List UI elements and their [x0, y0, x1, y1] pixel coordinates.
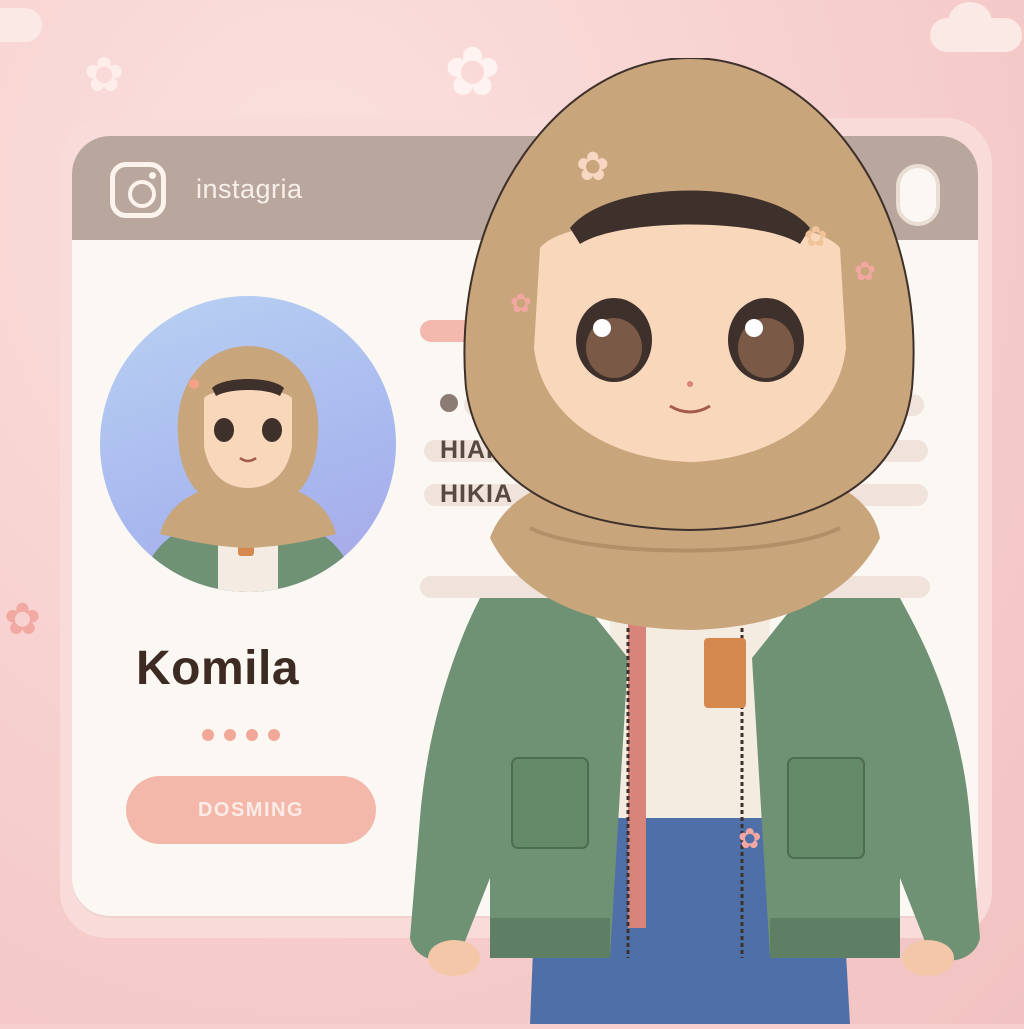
svg-text:✿: ✿ [738, 822, 761, 855]
blossom-icon: ✿ [84, 49, 125, 102]
svg-text:✿: ✿ [576, 144, 610, 190]
cloud-decoration [0, 8, 42, 42]
blossom-icon: ✿ [4, 595, 41, 644]
avatar[interactable] [100, 296, 396, 592]
svg-text:✿: ✿ [804, 220, 827, 253]
dosming-button[interactable]: DOSMING [126, 776, 376, 844]
svg-text:✿: ✿ [854, 257, 876, 287]
camera-logo-icon[interactable] [110, 162, 166, 218]
character-illustration: ✿ ✿ ✿ ✿ ✿ [380, 56, 1010, 1024]
svg-text:✿: ✿ [510, 289, 532, 319]
cloud-decoration [930, 2, 1022, 52]
app-name: instagria [196, 174, 303, 204]
profile-name: Komila [136, 642, 300, 695]
pagination-dots [202, 728, 290, 746]
